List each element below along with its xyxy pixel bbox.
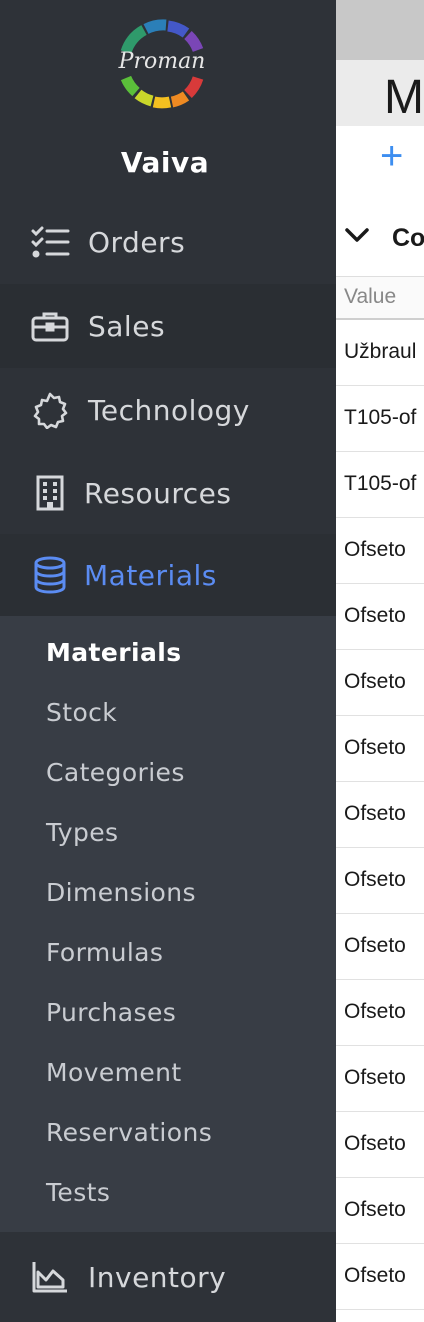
cell-value: T105-of <box>344 472 417 495</box>
add-button[interactable]: + <box>380 136 420 176</box>
nav-orders-label: Orders <box>88 225 186 259</box>
submenu-reservations[interactable]: Reservations <box>46 1118 212 1147</box>
table-row[interactable]: T105-of <box>336 386 424 452</box>
submenu-movement[interactable]: Movement <box>46 1058 182 1087</box>
nav-sales-label: Sales <box>88 309 166 343</box>
table-row[interactable]: Ofseto <box>336 1112 424 1178</box>
database-icon <box>30 555 70 595</box>
top-bar <box>336 0 424 60</box>
cell-value: Ofseto <box>344 1132 406 1155</box>
nav-materials[interactable]: Materials <box>0 534 336 616</box>
column-header-value[interactable]: Value <box>336 276 424 320</box>
nav-technology[interactable]: Technology <box>0 368 336 452</box>
section-label: Co <box>392 224 424 252</box>
sidebar: Proman Vaiva Orders Sales Technology Res… <box>0 0 336 1322</box>
svg-text:Proman: Proman <box>118 49 206 74</box>
nav-orders[interactable]: Orders <box>0 206 336 278</box>
nav-resources[interactable]: Resources <box>0 452 336 534</box>
submenu-formulas[interactable]: Formulas <box>46 938 163 967</box>
materials-submenu: Materials Stock Categories Types Dimensi… <box>0 616 336 1232</box>
cell-value: Ofseto <box>344 670 406 693</box>
table-row[interactable]: Ofseto <box>336 914 424 980</box>
cell-value: Ofseto <box>344 1000 406 1023</box>
proman-logo[interactable]: Proman <box>0 0 336 132</box>
table-row[interactable]: Užbraul <box>336 320 424 386</box>
cell-value: Ofseto <box>344 934 406 957</box>
user-name[interactable]: Vaiva <box>0 146 330 179</box>
cell-value: Ofseto <box>344 538 406 561</box>
submenu-types[interactable]: Types <box>46 818 118 847</box>
submenu-dimensions[interactable]: Dimensions <box>46 878 196 907</box>
submenu-categories[interactable]: Categories <box>46 758 185 787</box>
cell-value: Ofseto <box>344 1066 406 1089</box>
nav-inventory-label: Inventory <box>88 1260 227 1294</box>
nav-technology-label: Technology <box>88 393 250 427</box>
table-row[interactable]: Ofseto <box>336 716 424 782</box>
cell-value: Ofseto <box>344 736 406 759</box>
table-body: Užbraul T105-of T105-of Ofseto Ofseto Of… <box>336 320 424 1310</box>
submenu-purchases[interactable]: Purchases <box>46 998 176 1027</box>
column-header-label: Value <box>344 285 397 308</box>
cell-value: Ofseto <box>344 604 406 627</box>
cell-value: Ofseto <box>344 1198 406 1221</box>
table-row[interactable]: Ofseto <box>336 980 424 1046</box>
briefcase-icon <box>30 306 70 346</box>
submenu-tests[interactable]: Tests <box>46 1178 110 1207</box>
table-row[interactable]: Ofseto <box>336 1178 424 1244</box>
cell-value: T105-of <box>344 406 417 429</box>
nav-materials-label: Materials <box>84 558 217 592</box>
nav-resources-label: Resources <box>84 476 232 510</box>
cell-value: Ofseto <box>344 868 406 891</box>
cell-value: Užbraul <box>344 340 417 363</box>
table-row[interactable]: Ofseto <box>336 650 424 716</box>
table-row[interactable]: Ofseto <box>336 518 424 584</box>
logo-ring-icon: Proman <box>118 19 206 109</box>
table-row[interactable]: Ofseto <box>336 848 424 914</box>
cell-value: Ofseto <box>344 802 406 825</box>
table-row[interactable]: Ofseto <box>336 584 424 650</box>
cell-value: Ofseto <box>344 1264 406 1287</box>
table-row[interactable]: Ofseto <box>336 782 424 848</box>
submenu-materials[interactable]: Materials <box>46 638 181 667</box>
checklist-icon <box>30 222 70 262</box>
submenu-stock[interactable]: Stock <box>46 698 117 727</box>
area-chart-icon <box>30 1257 70 1297</box>
main-content: M + Co Value Užbraul T105-of T105-of Ofs… <box>336 0 424 1322</box>
table-row[interactable]: T105-of <box>336 452 424 518</box>
table-row[interactable]: Ofseto <box>336 1046 424 1112</box>
nav-sales[interactable]: Sales <box>0 284 336 368</box>
nav-inventory[interactable]: Inventory <box>0 1232 336 1322</box>
table-row[interactable]: Ofseto <box>336 1244 424 1310</box>
gear-outline-icon <box>30 390 70 430</box>
chevron-down-icon <box>345 228 369 242</box>
page-title: M <box>384 71 424 124</box>
building-icon <box>30 473 70 513</box>
